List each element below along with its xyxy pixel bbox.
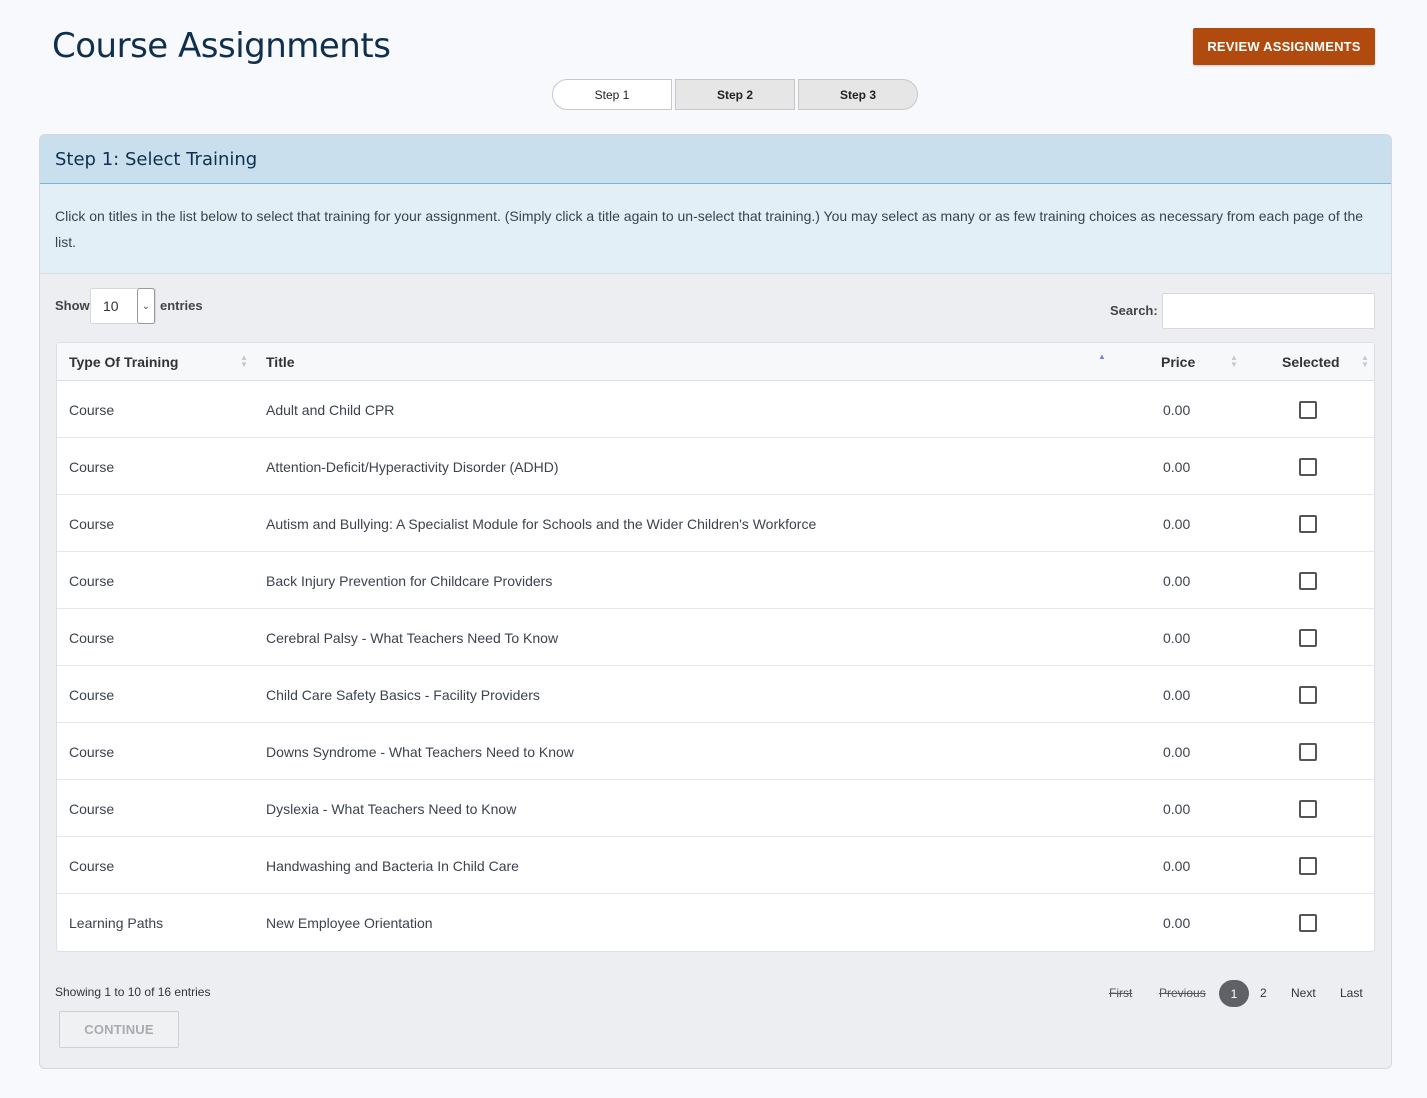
step-tabs: Step 1 Step 2 Step 3 <box>552 79 918 110</box>
select-checkbox[interactable] <box>1299 914 1317 932</box>
training-type: Course <box>69 858 115 874</box>
pager-previous[interactable]: Previous <box>1159 986 1206 1000</box>
training-title[interactable]: Child Care Safety Basics - Facility Prov… <box>266 687 540 703</box>
show-label: Show <box>55 298 90 313</box>
training-title[interactable]: Handwashing and Bacteria In Child Care <box>266 858 519 874</box>
pager-next[interactable]: Next <box>1291 986 1316 1000</box>
training-title[interactable]: Cerebral Palsy - What Teachers Need To K… <box>266 630 558 646</box>
training-title[interactable]: Attention-Deficit/Hyperactivity Disorder… <box>266 459 559 475</box>
pager-first[interactable]: First <box>1109 986 1132 1000</box>
table-row[interactable]: Course Downs Syndrome - What Teachers Nee… <box>57 723 1374 780</box>
review-assignments-button[interactable]: REVIEW ASSIGNMENTS <box>1193 28 1375 65</box>
search-label: Search: <box>1110 303 1158 318</box>
column-header-selected[interactable]: Selected <box>1282 354 1340 370</box>
training-type: Course <box>69 459 115 475</box>
training-type: Course <box>69 402 115 418</box>
table-row[interactable]: Course Child Care Safety Basics - Facilit… <box>57 666 1374 723</box>
table-row[interactable]: Course Autism and Bullying: A Specialist … <box>57 495 1374 552</box>
training-table: Type Of Training ▲ ▼ Title ▲ Price ▲ ▼ Sel… <box>56 342 1375 952</box>
sort-ascending-icon: ▲ <box>1098 352 1106 361</box>
table-row[interactable]: Learning Paths New Employee Orientation 0.… <box>57 894 1374 951</box>
training-price: 0.00 <box>1163 687 1191 703</box>
training-title[interactable]: Autism and Bullying: A Specialist Module… <box>266 516 816 532</box>
training-type: Learning Paths <box>69 915 164 931</box>
entries-info: Showing 1 to 10 of 16 entries <box>55 985 211 999</box>
column-header-price[interactable]: Price <box>1161 354 1195 370</box>
select-checkbox[interactable] <box>1299 629 1317 647</box>
sort-icon: ▲ ▼ <box>240 353 248 369</box>
table-row[interactable]: Course Cerebral Palsy - What Teachers Nee… <box>57 609 1374 666</box>
training-price: 0.00 <box>1163 744 1191 760</box>
select-checkbox[interactable] <box>1299 458 1317 476</box>
select-checkbox[interactable] <box>1299 743 1317 761</box>
training-price: 0.00 <box>1163 573 1191 589</box>
table-row[interactable]: Course Back Injury Prevention for Childca… <box>57 552 1374 609</box>
training-price: 0.00 <box>1163 858 1191 874</box>
training-title[interactable]: Back Injury Prevention for Childcare Pro… <box>266 573 552 589</box>
training-title[interactable]: Dyslexia - What Teachers Need to Know <box>266 801 516 817</box>
training-price: 0.00 <box>1163 459 1191 475</box>
training-type: Course <box>69 801 115 817</box>
continue-button[interactable]: CONTINUE <box>59 1011 179 1048</box>
pager-last[interactable]: Last <box>1340 986 1363 1000</box>
pager-page-1[interactable]: 1 <box>1219 980 1249 1007</box>
sort-icon: ▲ ▼ <box>1361 353 1369 369</box>
column-header-type[interactable]: Type Of Training <box>69 354 178 370</box>
training-type: Course <box>69 573 115 589</box>
select-checkbox[interactable] <box>1299 800 1317 818</box>
training-price: 0.00 <box>1163 402 1191 418</box>
tab-step-3[interactable]: Step 3 <box>798 79 918 110</box>
tab-step-1[interactable]: Step 1 <box>552 79 672 110</box>
select-training-panel: Step 1: Select Training Click on titles … <box>39 134 1392 1069</box>
table-row[interactable]: Course Handwashing and Bacteria In Child … <box>57 837 1374 894</box>
select-checkbox[interactable] <box>1299 515 1317 533</box>
table-row[interactable]: Course Attention-Deficit/Hyperactivity Di… <box>57 438 1374 495</box>
panel-heading: Step 1: Select Training <box>40 135 1391 184</box>
select-checkbox[interactable] <box>1299 401 1317 419</box>
training-title[interactable]: Adult and Child CPR <box>266 402 394 418</box>
table-controls: Show 10 ⌄ entries Search: <box>40 274 1391 346</box>
table-row[interactable]: Course Adult and Child CPR 0.00 <box>57 381 1374 438</box>
sort-icon: ▲ ▼ <box>1230 353 1238 369</box>
training-price: 0.00 <box>1163 516 1191 532</box>
entries-label: entries <box>160 298 203 313</box>
training-type: Course <box>69 687 115 703</box>
search-input[interactable] <box>1162 293 1375 329</box>
training-type: Course <box>69 630 115 646</box>
panel-intro-text: Click on titles in the list below to sel… <box>40 184 1391 274</box>
tab-step-2[interactable]: Step 2 <box>675 79 795 110</box>
table-row[interactable]: Course Dyslexia - What Teachers Need to K… <box>57 780 1374 837</box>
training-title[interactable]: New Employee Orientation <box>266 915 433 931</box>
training-price: 0.00 <box>1163 801 1191 817</box>
column-header-title[interactable]: Title <box>266 354 295 370</box>
table-header: Type Of Training ▲ ▼ Title ▲ Price ▲ ▼ Sel… <box>57 343 1374 381</box>
chevron-down-icon[interactable]: ⌄ <box>137 288 155 324</box>
training-type: Course <box>69 516 115 532</box>
select-checkbox[interactable] <box>1299 857 1317 875</box>
training-title[interactable]: Downs Syndrome - What Teachers Need to K… <box>266 744 574 760</box>
select-checkbox[interactable] <box>1299 572 1317 590</box>
page-title: Course Assignments <box>52 26 391 66</box>
training-type: Course <box>69 744 115 760</box>
training-price: 0.00 <box>1163 630 1191 646</box>
training-price: 0.00 <box>1163 915 1191 931</box>
pager-page-2[interactable]: 2 <box>1260 986 1267 1000</box>
select-checkbox[interactable] <box>1299 686 1317 704</box>
table-body: Course Adult and Child CPR 0.00 Course Atten… <box>57 381 1374 951</box>
